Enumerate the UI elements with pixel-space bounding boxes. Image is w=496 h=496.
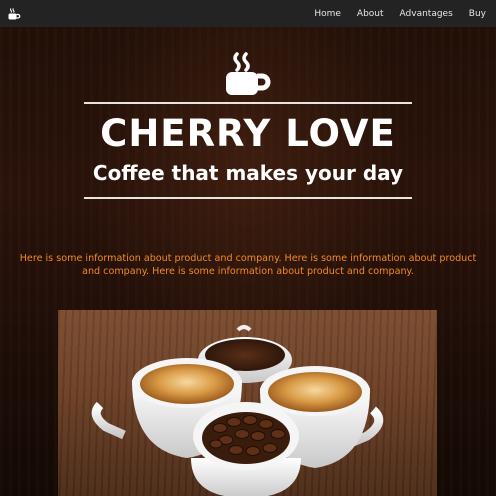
divider-top — [84, 102, 412, 104]
nav-home-link[interactable]: Home — [314, 9, 341, 19]
nav-about-link[interactable]: About — [357, 9, 384, 19]
page-subtitle: Coffee that makes your day — [92, 161, 404, 185]
coffee-cups-image — [58, 310, 437, 496]
nav-links: Home About Advantages Buy — [298, 9, 486, 19]
nav-buy-link[interactable]: Buy — [469, 9, 486, 19]
nav-advantages-link[interactable]: Advantages — [400, 9, 453, 19]
hero-section: CHERRY LOVE Coffee that makes your day H… — [0, 27, 496, 496]
divider-bottom — [84, 197, 412, 199]
page-title: CHERRY LOVE — [100, 112, 396, 155]
coffee-cup-icon — [226, 52, 271, 95]
brand-logo[interactable] — [8, 7, 21, 20]
info-text: Here is some information about product a… — [19, 253, 477, 277]
navbar: Home About Advantages Buy — [0, 0, 496, 27]
coffee-cup-icon — [8, 7, 21, 19]
